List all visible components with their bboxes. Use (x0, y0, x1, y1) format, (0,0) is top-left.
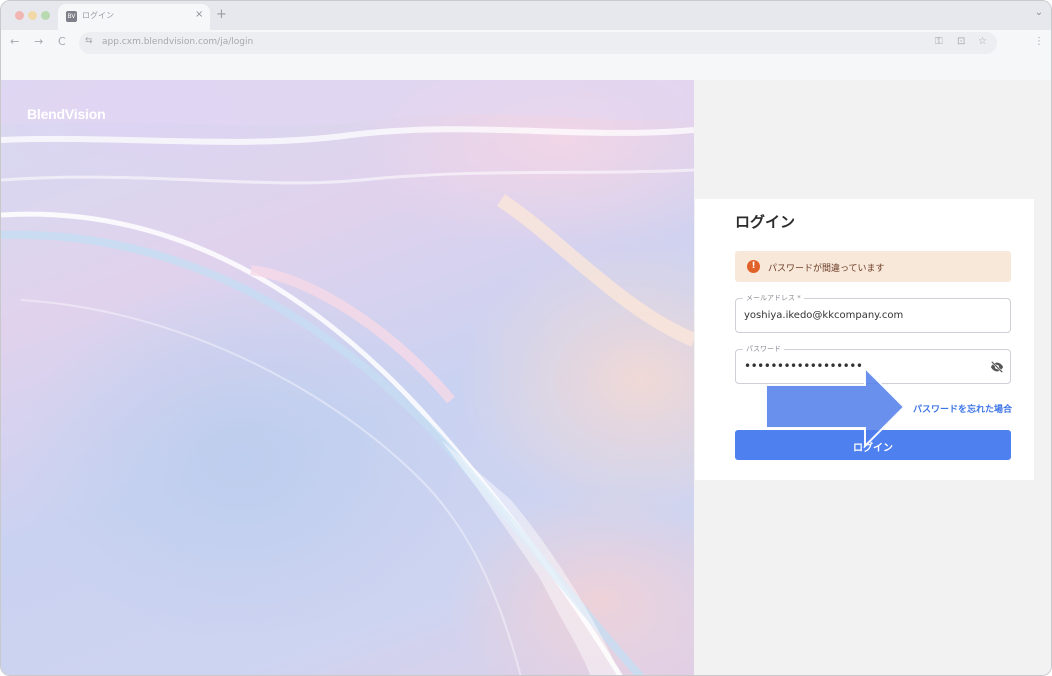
email-field[interactable]: メールアドレス * yoshiya.ikedo@kkcompany.com (735, 293, 1011, 333)
reload-icon[interactable]: C (58, 35, 66, 48)
browser-menu-icon[interactable]: ⋮ (1034, 36, 1044, 47)
page-title: ログイン (735, 213, 796, 231)
close-window-button[interactable] (15, 11, 24, 20)
install-app-icon[interactable]: ⊡ (957, 36, 965, 47)
hero-overlay (1, 80, 694, 675)
tab-strip: BV ログイン × + ⌄ (1, 1, 1051, 30)
email-label: メールアドレス * (743, 293, 804, 303)
new-tab-button[interactable]: + (216, 7, 227, 22)
tab-title: ログイン (82, 11, 114, 20)
zoom-window-button[interactable] (41, 11, 50, 20)
browser-window: BV ログイン × + ⌄ ← → C ⇆ app.cxm.blendvisio… (0, 0, 1052, 676)
forgot-password-link[interactable]: パスワードを忘れた場合 (913, 402, 1012, 415)
password-label: パスワード (743, 344, 784, 354)
email-input[interactable]: yoshiya.ikedo@kkcompany.com (744, 310, 984, 321)
favicon-icon: BV (66, 11, 77, 22)
hero-background-image: BlendVision (1, 80, 694, 675)
bookmark-bar (1, 56, 1051, 80)
error-message: パスワードが間違っています (768, 264, 885, 274)
address-bar[interactable]: ⇆ app.cxm.blendvision.com/ja/login ⚿ ⊡ ☆ (79, 32, 997, 54)
password-key-icon[interactable]: ⚿ (935, 36, 943, 47)
browser-tab[interactable]: BV ログイン × (58, 4, 210, 30)
site-info-icon[interactable]: ⇆ (85, 36, 93, 46)
bookmark-star-icon[interactable]: ☆ (978, 36, 987, 47)
minimize-window-button[interactable] (28, 11, 37, 20)
error-alert: ! パスワードが間違っています (735, 251, 1011, 282)
browser-toolbar: ← → C ⇆ app.cxm.blendvision.com/ja/login… (1, 30, 1051, 56)
tab-close-icon[interactable]: × (195, 9, 203, 20)
back-icon[interactable]: ← (10, 35, 19, 48)
tab-search-button[interactable]: ⌄ (1032, 7, 1046, 23)
error-icon: ! (747, 260, 760, 273)
blendvision-logo: BlendVision (27, 106, 106, 122)
tutorial-arrow-icon (765, 367, 905, 449)
toggle-password-visibility-icon[interactable] (990, 360, 1004, 374)
url-text[interactable]: app.cxm.blendvision.com/ja/login (102, 37, 253, 47)
forward-icon[interactable]: → (34, 35, 43, 48)
